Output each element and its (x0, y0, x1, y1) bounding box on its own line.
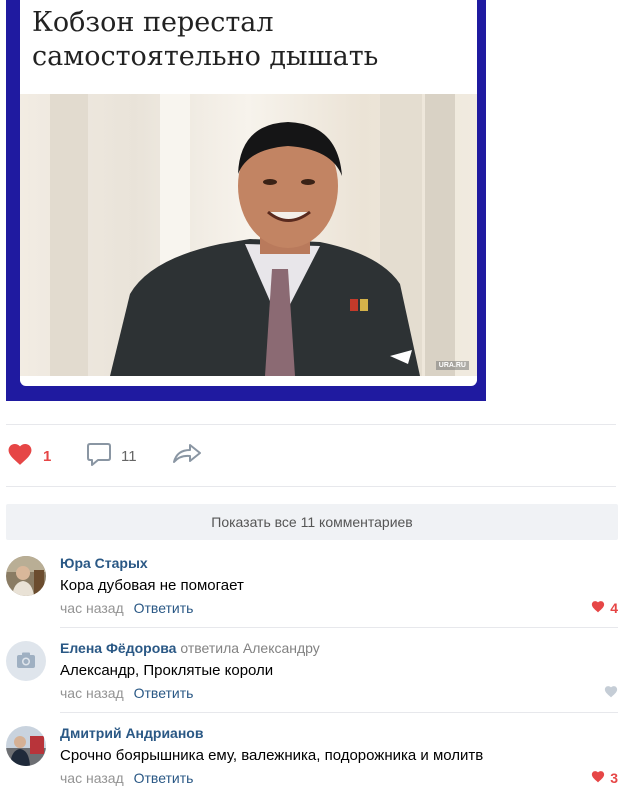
comment-divider (60, 627, 618, 628)
comment-item: Дмитрий Андрианов Срочно боярышника ему,… (6, 725, 618, 793)
comment-time[interactable]: час назад (60, 685, 124, 701)
like-count: 1 (43, 447, 52, 465)
reply-button[interactable]: Ответить (134, 600, 194, 616)
post-image[interactable]: Кобзон перестал самостоятельно дышать UR… (6, 0, 486, 401)
comment-icon (86, 441, 112, 471)
heart-icon (6, 442, 34, 470)
comment-meta: час назад Ответить (60, 685, 193, 701)
heart-icon (604, 685, 618, 701)
avatar[interactable] (6, 726, 46, 766)
reply-to-link[interactable]: ответила Александру (180, 640, 319, 656)
comment-text: Кора дубовая не помогает (60, 577, 244, 594)
news-headline: Кобзон перестал самостоятельно дышать (32, 7, 379, 72)
avatar-placeholder[interactable] (6, 641, 46, 681)
comment-like-count: 3 (610, 770, 618, 786)
comment-text: Александр, Проклятые короли (60, 662, 274, 679)
comment-time[interactable]: час назад (60, 770, 124, 786)
avatar[interactable] (6, 556, 46, 596)
comment-button[interactable]: 11 (86, 438, 137, 474)
share-arrow-icon (172, 442, 202, 470)
author-name[interactable]: Дмитрий Андрианов (60, 725, 203, 741)
photo-watermark: URA.RU (435, 361, 469, 370)
heart-icon (591, 770, 605, 786)
author-name[interactable]: Юра Старых (60, 555, 148, 571)
comment-author: Дмитрий Андрианов (60, 725, 203, 741)
comment-meta: час назад Ответить (60, 770, 193, 786)
comment-count: 11 (121, 447, 137, 465)
comment-meta: час назад Ответить (60, 600, 193, 616)
comment-text: Срочно боярышника ему, валежника, подоро… (60, 747, 484, 764)
comment-author[interactable]: Юра Старых (60, 555, 148, 571)
author-name[interactable]: Елена Фёдорова (60, 640, 176, 656)
comment-time[interactable]: час назад (60, 600, 124, 616)
comment-item: Елена Фёдорова ответила Александру Алекс… (6, 640, 618, 713)
like-button[interactable]: 1 (6, 438, 51, 474)
show-all-comments-button[interactable]: Показать все 11 комментариев (6, 504, 618, 540)
news-card: Кобзон перестал самостоятельно дышать UR… (20, 0, 477, 386)
reply-button[interactable]: Ответить (134, 685, 194, 701)
divider (6, 424, 616, 425)
share-button[interactable] (172, 438, 202, 474)
post-actions: 1 11 (6, 438, 616, 474)
comment-divider (60, 712, 618, 713)
camera-icon (6, 652, 46, 681)
news-photo: URA.RU (20, 94, 477, 376)
comment-like-button[interactable]: 4 (591, 600, 618, 616)
comment-author: Елена Фёдорова ответила Александру (60, 640, 320, 656)
comment-like-button[interactable]: 3 (591, 770, 618, 786)
divider (6, 486, 616, 487)
comment-item: Юра Старых Кора дубовая не помогает час … (6, 555, 618, 628)
reply-button[interactable]: Ответить (134, 770, 194, 786)
comment-like-button[interactable] (604, 685, 618, 701)
heart-icon (591, 600, 605, 616)
comment-like-count: 4 (610, 600, 618, 616)
